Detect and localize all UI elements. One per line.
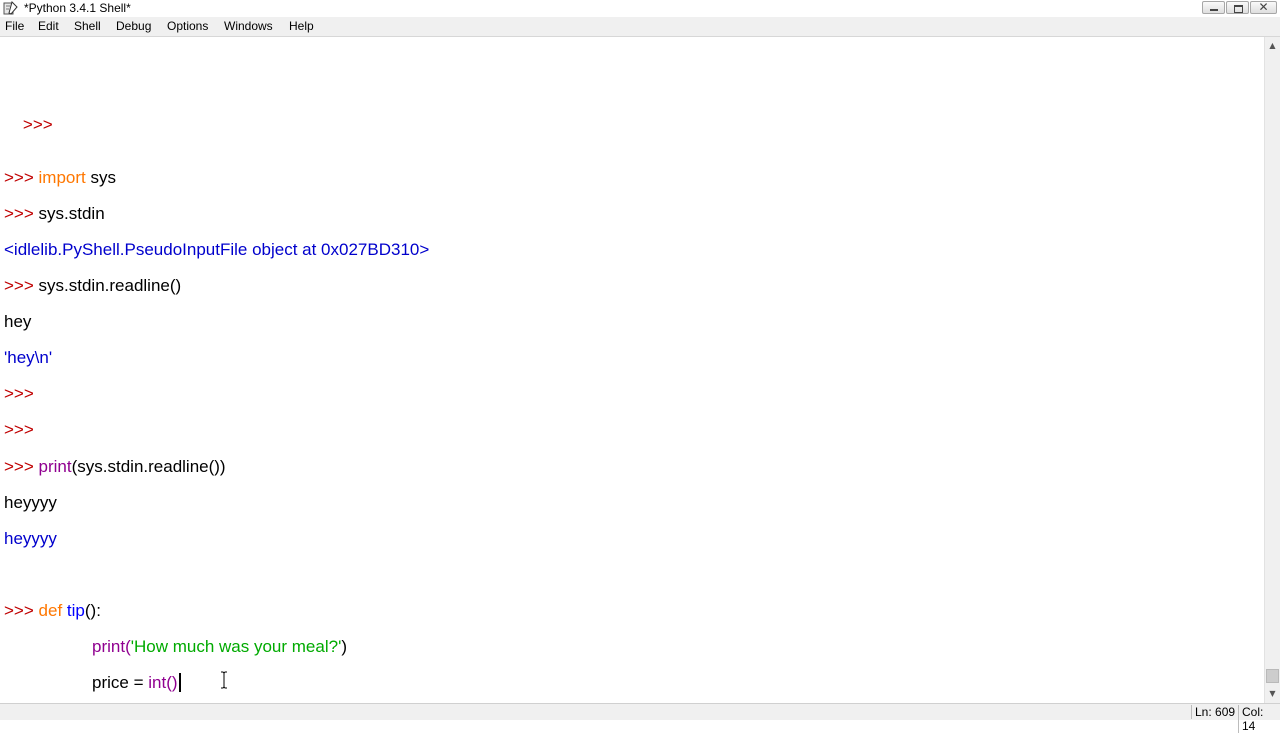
scroll-thumb[interactable] — [1266, 669, 1279, 683]
shell-prompt: >>> — [4, 420, 34, 439]
code-paren: ) — [341, 637, 347, 656]
shell-line: >>> — [4, 384, 34, 404]
shell-current-line: price = int() — [92, 673, 181, 693]
python-feather-icon — [3, 1, 18, 15]
menu-debug[interactable]: Debug — [116, 19, 151, 34]
shell-text-area[interactable]: >>> >>> import sys >>> sys.stdin <idleli… — [0, 37, 1264, 703]
title-bar: *Python 3.4.1 Shell* ✕ — [0, 0, 1280, 18]
scroll-up-icon[interactable]: ▲ — [1265, 37, 1280, 54]
code-text: sys.stdin.readline() — [33, 276, 182, 295]
shell-line: >>> import sys — [4, 168, 116, 188]
shell-output-line: <idlelib.PyShell.PseudoInputFile object … — [4, 240, 430, 259]
minimize-icon — [1210, 9, 1218, 11]
text-cursor — [178, 673, 181, 692]
menu-options[interactable]: Options — [167, 19, 208, 34]
shell-prompt: >>> — [4, 168, 34, 187]
shell-input-line: hey — [4, 312, 32, 331]
status-line-number: Ln: 609 — [1191, 705, 1235, 719]
ibeam-cursor-icon — [221, 671, 227, 689]
shell-line: >>> — [4, 95, 53, 155]
shell-prompt: >>> — [4, 601, 34, 620]
status-bar: Ln: 609 Col: 14 — [0, 703, 1280, 733]
shell-prompt: >>> — [22, 115, 53, 134]
status-column-number: Col: 14 — [1238, 705, 1280, 733]
window-title: *Python 3.4.1 Shell* — [24, 1, 131, 15]
code-text: price = — [92, 673, 149, 692]
builtin-int: int — [148, 673, 167, 692]
restore-icon — [1234, 5, 1243, 13]
shell-line: >>> print(sys.stdin.readline()) — [4, 457, 226, 477]
code-text: sys — [85, 168, 116, 187]
shell-output-line: 'hey\n' — [4, 348, 53, 367]
code-text: sys.stdin — [33, 204, 105, 223]
shell-prompt: >>> — [4, 384, 34, 403]
shell-input-line: heyyyy — [4, 493, 57, 512]
menu-windows[interactable]: Windows — [224, 19, 273, 34]
scroll-down-icon[interactable]: ▼ — [1265, 685, 1280, 702]
keyword-import: import — [38, 168, 86, 187]
vertical-scrollbar[interactable]: ▲ ▼ — [1264, 37, 1280, 703]
function-name: tip — [66, 601, 85, 620]
menu-shell[interactable]: Shell — [74, 19, 101, 34]
shell-line: >>> def tip(): — [4, 601, 101, 621]
window-controls: ✕ — [1201, 0, 1277, 16]
shell-prompt: >>> — [4, 204, 34, 223]
shell-line: print('How much was your meal?') — [92, 637, 347, 657]
restore-button[interactable] — [1226, 1, 1249, 14]
minimize-button[interactable] — [1202, 1, 1225, 14]
close-button[interactable]: ✕ — [1250, 0, 1277, 14]
code-text: (): — [84, 601, 101, 620]
menu-file[interactable]: File — [5, 19, 24, 34]
shell-prompt: >>> — [4, 276, 34, 295]
code-text: (sys.stdin.readline()) — [71, 457, 226, 476]
menu-help[interactable]: Help — [289, 19, 314, 34]
builtin-print: print — [92, 637, 126, 656]
menu-bar: File Edit Shell Debug Options Windows He… — [0, 17, 1280, 37]
shell-prompt: >>> — [4, 457, 34, 476]
close-icon: ✕ — [1258, 0, 1269, 14]
keyword-def: def — [38, 601, 63, 620]
menu-edit[interactable]: Edit — [38, 19, 59, 34]
shell-line: >>> — [4, 420, 34, 440]
code-paren: () — [166, 673, 178, 692]
shell-output-line: heyyyy — [4, 529, 57, 548]
string-literal: 'How much was your meal?' — [130, 637, 342, 656]
builtin-print: print — [38, 457, 72, 476]
shell-line: >>> sys.stdin.readline() — [4, 276, 181, 296]
shell-line: >>> sys.stdin — [4, 204, 105, 224]
